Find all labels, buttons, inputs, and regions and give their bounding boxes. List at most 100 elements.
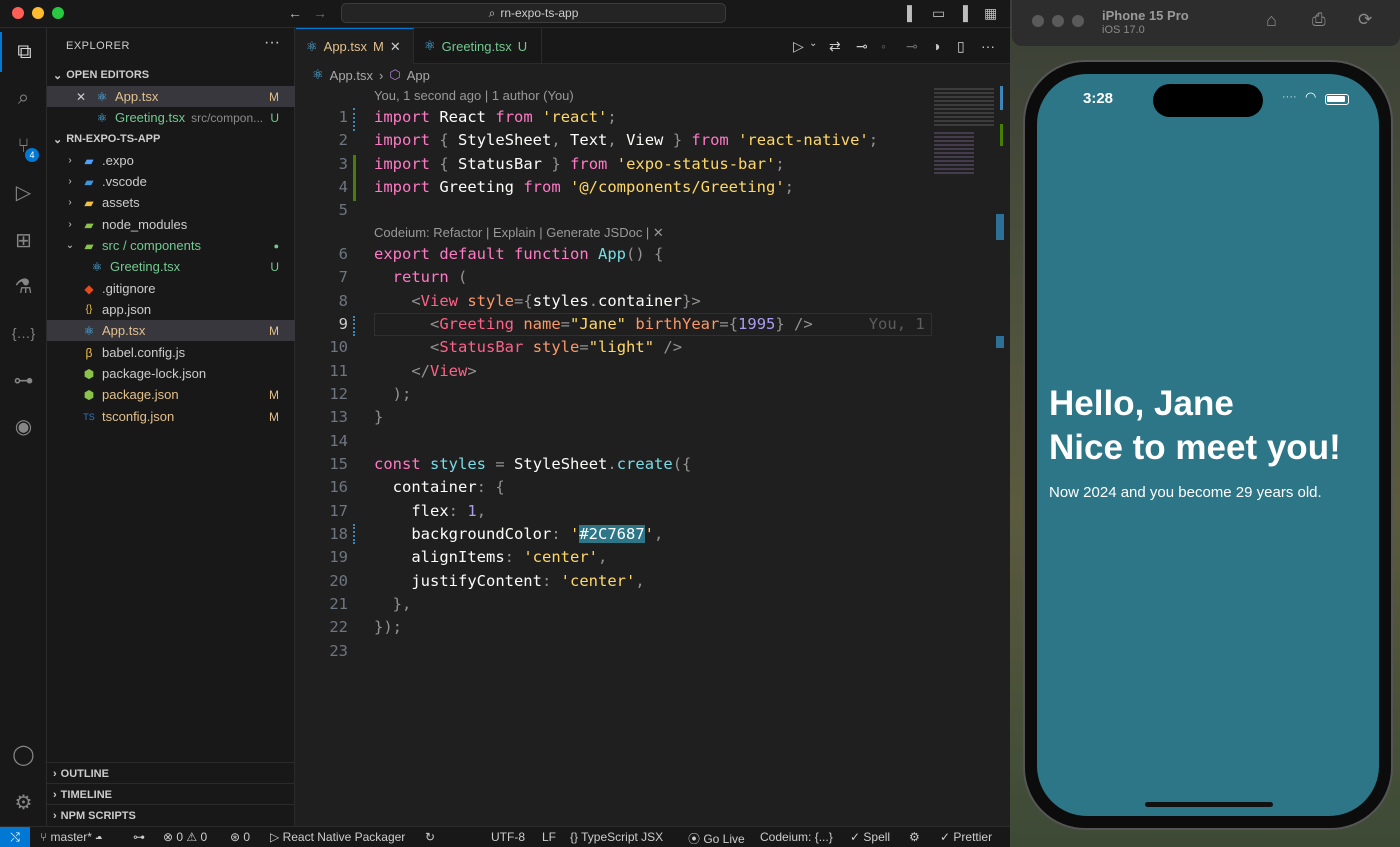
prettier-label: Prettier bbox=[953, 830, 993, 844]
tree-file[interactable]: ⚛ Greeting.tsx U bbox=[47, 256, 295, 277]
search-icon[interactable]: ⌕ bbox=[0, 78, 47, 118]
testing-icon[interactable]: ⚗ bbox=[0, 266, 47, 306]
scrollbar[interactable] bbox=[996, 86, 1010, 826]
timeline-header[interactable]: › TIMELINE bbox=[47, 783, 295, 805]
git-status: M bbox=[269, 409, 279, 424]
next-change-icon[interactable]: ⊸ bbox=[906, 38, 918, 55]
minimize-window-button[interactable] bbox=[32, 7, 44, 19]
gutter-modified bbox=[353, 108, 356, 131]
more-actions-icon[interactable]: ··· bbox=[264, 34, 280, 52]
tree-file[interactable]: ⚛ App.tsx M bbox=[47, 320, 295, 341]
open-editors-header[interactable]: ⌄ OPEN EDITORS bbox=[47, 64, 295, 86]
toggle-panel-icon[interactable]: ▭ bbox=[932, 5, 945, 22]
branch-status[interactable]: ⑂ master* ☁ bbox=[40, 830, 102, 844]
prettier-status[interactable]: ✓ Prettier bbox=[940, 830, 992, 844]
breadcrumb-file[interactable]: App.tsx bbox=[330, 68, 373, 83]
project-header[interactable]: ⌄ RN-EXPO-TS-APP bbox=[47, 128, 295, 150]
breadcrumb-symbol[interactable]: App bbox=[407, 68, 430, 83]
tab-greeting-tsx[interactable]: ⚛ Greeting.tsx U bbox=[414, 28, 542, 64]
npm-icon: ⬢ bbox=[83, 387, 95, 402]
tree-file[interactable]: β babel.config.js bbox=[47, 342, 295, 363]
line-number: 21 bbox=[329, 595, 348, 613]
tab-app-tsx[interactable]: ⚛ App.tsx M ✕ bbox=[296, 28, 414, 64]
encoding-status[interactable]: UTF-8 bbox=[491, 830, 525, 844]
close-window-button[interactable] bbox=[12, 7, 24, 19]
run-debug-icon[interactable]: ▷ bbox=[0, 172, 47, 212]
file-name: app.json bbox=[102, 302, 152, 317]
outline-header[interactable]: › OUTLINE bbox=[47, 762, 295, 784]
chevron-right-icon: › bbox=[68, 197, 72, 208]
minimize-window-button[interactable] bbox=[1052, 15, 1064, 27]
open-editor-item[interactable]: ⚛ Greeting.tsx src/compon... U bbox=[47, 107, 295, 128]
remote-indicator-icon[interactable]: ⤭ bbox=[0, 827, 30, 847]
copilot-icon[interactable]: ⚙ bbox=[909, 830, 920, 844]
tree-file[interactable]: {} app.json bbox=[47, 299, 295, 320]
git-history-icon[interactable]: ⊸ bbox=[856, 38, 868, 55]
wifi-icon: ◠ bbox=[1305, 89, 1317, 104]
command-center[interactable]: ⌕ rn-expo-ts-app bbox=[341, 3, 726, 23]
ports-status[interactable]: ⊛ 0 bbox=[230, 830, 250, 844]
json-icon[interactable]: {…} bbox=[0, 313, 47, 353]
zoom-window-button[interactable] bbox=[1072, 15, 1084, 27]
blame-codelens[interactable]: You, 1 second ago | 1 author (You) bbox=[374, 88, 574, 103]
customize-layout-icon[interactable]: ▦ bbox=[984, 5, 997, 22]
git-graph-icon[interactable]: ⊶ bbox=[133, 830, 145, 844]
code-editor[interactable]: You, 1 second ago | 1 author (You) Codei… bbox=[296, 86, 932, 826]
settings-gear-icon[interactable]: ⚙ bbox=[0, 782, 47, 822]
line-number: 18 bbox=[329, 525, 348, 543]
tree-file[interactable]: ◆ .gitignore bbox=[47, 278, 295, 299]
tree-folder[interactable]: › ▰ node_modules bbox=[47, 214, 295, 235]
tree-folder[interactable]: › ▰ assets bbox=[47, 192, 295, 213]
run-icon[interactable]: ▷ bbox=[793, 38, 804, 55]
eol-status[interactable]: LF bbox=[542, 830, 556, 844]
close-window-button[interactable] bbox=[1032, 15, 1044, 27]
open-editor-item[interactable]: ✕ ⚛ App.tsx M bbox=[47, 86, 295, 107]
toggle-secondary-sidebar-icon[interactable]: ▐ bbox=[958, 5, 968, 21]
tree-file[interactable]: ⬢ package-lock.json bbox=[47, 363, 295, 384]
git-status: M bbox=[269, 387, 279, 402]
home-icon[interactable]: ⌂ bbox=[1266, 10, 1277, 31]
github-icon[interactable]: ◉ bbox=[0, 406, 47, 446]
packager-status[interactable]: ▷ React Native Packager bbox=[270, 830, 405, 844]
go-live-status[interactable]: ⦿ Go Live bbox=[688, 830, 745, 847]
toggle-sidebar-icon[interactable]: ▌ bbox=[907, 5, 917, 21]
gitlens-icon[interactable]: ◑ bbox=[932, 38, 940, 54]
back-arrow-icon[interactable]: ← bbox=[288, 5, 302, 21]
rotate-icon[interactable]: ⟳ bbox=[1358, 10, 1372, 30]
codeium-codelens[interactable]: Codeium: Refactor | Explain | Generate J… bbox=[374, 225, 664, 241]
code-line: <View style={styles.container}> bbox=[411, 292, 701, 310]
chevron-down-icon[interactable]: ⌄ bbox=[809, 38, 817, 49]
extensions-icon[interactable]: ⊞ bbox=[0, 220, 47, 260]
zoom-window-button[interactable] bbox=[52, 7, 64, 19]
tree-folder[interactable]: › ▰ .expo bbox=[47, 150, 295, 171]
tree-folder[interactable]: ⌄ ▰ src / components ● bbox=[47, 235, 295, 256]
split-editor-icon[interactable]: ▯ bbox=[957, 38, 965, 55]
chevron-right-icon: › bbox=[53, 809, 57, 822]
status-time: 3:28 bbox=[1083, 90, 1114, 107]
spell-status[interactable]: ✓ Spell bbox=[850, 830, 890, 844]
explorer-icon[interactable]: ⧉ bbox=[0, 32, 47, 72]
close-icon[interactable]: ✕ bbox=[390, 39, 401, 55]
language-status[interactable]: {} TypeScript JSX bbox=[570, 830, 663, 844]
home-indicator[interactable] bbox=[1145, 802, 1273, 807]
accounts-icon[interactable]: ◯ bbox=[0, 734, 47, 774]
tree-folder[interactable]: › ▰ .vscode bbox=[47, 171, 295, 192]
problems-status[interactable]: ⊗ 0 ⚠ 0 bbox=[163, 830, 207, 844]
screenshot-icon[interactable]: ⎙ bbox=[1312, 10, 1326, 30]
forward-arrow-icon[interactable]: → bbox=[313, 5, 327, 21]
explorer-title: EXPLORER bbox=[66, 40, 130, 52]
previous-change-icon[interactable]: ◦ bbox=[881, 38, 886, 54]
compare-changes-icon[interactable]: ⇄ bbox=[829, 38, 841, 55]
npm-scripts-header[interactable]: › NPM SCRIPTS bbox=[47, 804, 295, 826]
age-message: Now 2024 and you become 29 years old. bbox=[1049, 484, 1322, 501]
tree-file[interactable]: TS tsconfig.json M bbox=[47, 406, 295, 427]
more-actions-icon[interactable]: ··· bbox=[981, 38, 995, 54]
source-control-icon[interactable]: ⑂ bbox=[0, 126, 47, 166]
close-icon[interactable]: ✕ bbox=[73, 90, 89, 104]
git-graph-icon[interactable]: ⊶ bbox=[0, 360, 47, 400]
codeium-status[interactable]: Codeium: {...} bbox=[760, 830, 833, 844]
file-name: Greeting.tsx bbox=[110, 259, 181, 274]
tree-file[interactable]: ⬢ package.json M bbox=[47, 384, 295, 405]
refresh-icon[interactable]: ↻ bbox=[425, 830, 435, 844]
chevron-right-icon: › bbox=[53, 788, 57, 801]
